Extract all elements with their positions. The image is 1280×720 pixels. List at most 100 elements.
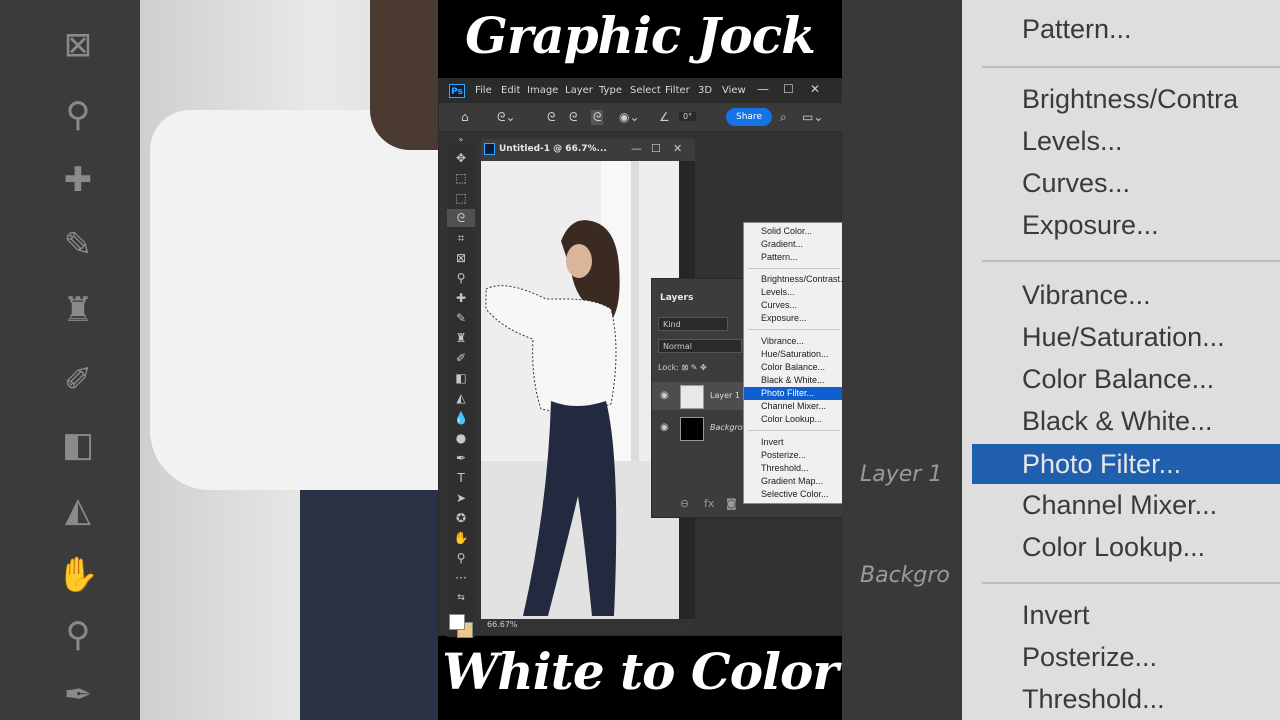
bucket-icon: ◭: [64, 490, 92, 530]
history-brush-icon: ✐: [63, 360, 93, 400]
eraser-tool-icon[interactable]: ◧: [447, 369, 475, 387]
menu-item-curves[interactable]: Curves...: [744, 299, 842, 312]
layer-name: Layer 1: [710, 391, 740, 400]
dodge-tool-icon[interactable]: ●: [447, 429, 475, 447]
type-tool-icon[interactable]: T: [447, 469, 475, 487]
minimize-button[interactable]: —: [757, 82, 769, 96]
frame-icon: ⊠: [63, 25, 93, 65]
menu-item-pattern[interactable]: Pattern...: [744, 251, 842, 264]
backdrop-menu-item: Vibrance...: [1022, 280, 1151, 310]
backdrop-hair: [370, 0, 440, 150]
backdrop-menu-item: Color Lookup...: [1022, 532, 1206, 562]
angle-input[interactable]: 0°: [679, 112, 697, 121]
menu-item-black-white[interactable]: Black & White...: [744, 374, 842, 387]
photoshop-window: Ps File Edit Image Layer Type Select Fil…: [438, 78, 842, 638]
menu-item-vibrance[interactable]: Vibrance...: [744, 335, 842, 348]
menu-item-hue-saturation[interactable]: Hue/Saturation...: [744, 348, 842, 361]
menu-image[interactable]: Image: [527, 85, 558, 96]
zoom-tool-icon[interactable]: ⚲: [447, 549, 475, 567]
menu-item-color-balance[interactable]: Color Balance...: [744, 361, 842, 374]
menu-layer[interactable]: Layer: [565, 85, 593, 96]
maximize-button[interactable]: ☐: [783, 82, 794, 96]
document-tab[interactable]: Untitled-1 @ 66.7%... — ☐ ✕: [481, 139, 695, 161]
eye-icon[interactable]: ◉: [660, 390, 669, 401]
stamp-tool-icon[interactable]: ♜: [447, 329, 475, 347]
menu-item-levels[interactable]: Levels...: [744, 286, 842, 299]
menu-item-threshold[interactable]: Threshold...: [744, 462, 842, 475]
brush-tool-icon[interactable]: ✎: [447, 309, 475, 327]
kind-filter[interactable]: Kind: [658, 317, 728, 331]
menu-file[interactable]: File: [475, 85, 492, 96]
video-subtitle: White to Color: [442, 642, 839, 701]
menu-3d[interactable]: 3D: [698, 85, 712, 96]
subtract-selection-icon[interactable]: ᘓ: [591, 110, 604, 125]
collapse-icon[interactable]: »: [447, 131, 475, 149]
backdrop-separator: [982, 66, 1280, 68]
move-tool-icon[interactable]: ✥: [447, 149, 475, 167]
menu-item-brightness-contrast[interactable]: Brightness/Contrast...: [744, 273, 842, 286]
path-select-tool-icon[interactable]: ➤: [447, 489, 475, 507]
menu-item-channel-mixer[interactable]: Channel Mixer...: [744, 400, 842, 413]
brush-size-icon[interactable]: ◉⌄: [619, 110, 640, 124]
frame-tool-icon[interactable]: ⊠: [447, 249, 475, 267]
object-select-tool-icon[interactable]: ⬚: [447, 189, 475, 207]
menu-view[interactable]: View: [722, 85, 746, 96]
blend-mode-label: Normal: [663, 342, 692, 351]
menu-item-gradient-map[interactable]: Gradient Map...: [744, 475, 842, 488]
lasso-preset-icon[interactable]: ᘓ⌄: [497, 110, 516, 125]
pen-icon: ✒: [63, 675, 93, 715]
menu-item-exposure[interactable]: Exposure...: [744, 312, 842, 325]
history-brush-tool-icon[interactable]: ✐: [447, 349, 475, 367]
brush-icon: ✎: [63, 225, 93, 265]
eye-icon[interactable]: ◉: [660, 422, 669, 433]
pen-tool-icon[interactable]: ✒: [447, 449, 475, 467]
new-selection-icon[interactable]: ᘓ: [547, 110, 555, 125]
add-selection-icon[interactable]: ᘓ: [569, 110, 577, 125]
doc-close-button[interactable]: ✕: [673, 142, 682, 155]
zoom-readout: 66.67%: [487, 620, 518, 629]
more-tools-icon[interactable]: ···: [447, 569, 475, 587]
menu-item-solid-color[interactable]: Solid Color...: [744, 225, 842, 238]
menu-item-color-lookup[interactable]: Color Lookup...: [744, 413, 842, 426]
search-icon[interactable]: ⌕: [780, 110, 787, 125]
share-button[interactable]: Share: [726, 108, 772, 126]
marquee-tool-icon[interactable]: ⬚: [447, 169, 475, 187]
layers-tab[interactable]: Layers: [660, 293, 693, 303]
home-icon[interactable]: ⌂: [461, 110, 469, 124]
lock-row: Lock: ⊠ ✎ ✥: [658, 363, 707, 372]
link-icon[interactable]: ⊖: [680, 497, 689, 510]
close-button[interactable]: ✕: [810, 82, 820, 96]
shape-tool-icon[interactable]: ✪: [447, 509, 475, 527]
menu-edit[interactable]: Edit: [501, 85, 520, 96]
menu-item-invert[interactable]: Invert: [744, 436, 842, 449]
menu-filter[interactable]: Filter: [665, 85, 690, 96]
crop-tool-icon[interactable]: ⌗: [447, 229, 475, 247]
hand-tool-icon[interactable]: ✋: [447, 529, 475, 547]
blur-tool-icon[interactable]: 💧: [447, 409, 475, 427]
menu-item-gradient[interactable]: Gradient...: [744, 238, 842, 251]
doc-minimize-button[interactable]: —: [631, 142, 642, 155]
doc-maximize-button[interactable]: ☐: [651, 142, 661, 155]
image-canvas[interactable]: [481, 161, 679, 619]
workspace-icon[interactable]: ▭⌄: [802, 110, 823, 124]
backdrop-menu-item: Threshold...: [1022, 684, 1165, 714]
mask-icon[interactable]: ◙: [726, 497, 737, 510]
fx-icon[interactable]: fx: [704, 497, 714, 510]
healing-tool-icon[interactable]: ✚: [447, 289, 475, 307]
menu-item-photo-filter[interactable]: Photo Filter...: [744, 387, 842, 400]
center-panel: Graphic Jock Ps File Edit Image Layer Ty…: [438, 0, 842, 720]
swap-colors-icon[interactable]: ⇆: [447, 589, 475, 607]
backdrop-menu-item: Exposure...: [1022, 210, 1159, 240]
lasso-tool-icon[interactable]: ᘓ: [447, 209, 475, 227]
backdrop-menu-item: Color Balance...: [1022, 364, 1215, 394]
menu-item-selective-color[interactable]: Selective Color...: [744, 488, 842, 501]
eyedropper-tool-icon[interactable]: ⚲: [447, 269, 475, 287]
gradient-tool-icon[interactable]: ◭: [447, 389, 475, 407]
blend-mode-select[interactable]: Normal: [658, 339, 742, 353]
menu-select[interactable]: Select: [630, 85, 661, 96]
photo-woman: [481, 161, 679, 619]
lock-icons[interactable]: ⊠ ✎ ✥: [681, 363, 706, 372]
menu-type[interactable]: Type: [599, 85, 622, 96]
foreground-color-swatch[interactable]: [449, 614, 465, 630]
menu-item-posterize[interactable]: Posterize...: [744, 449, 842, 462]
